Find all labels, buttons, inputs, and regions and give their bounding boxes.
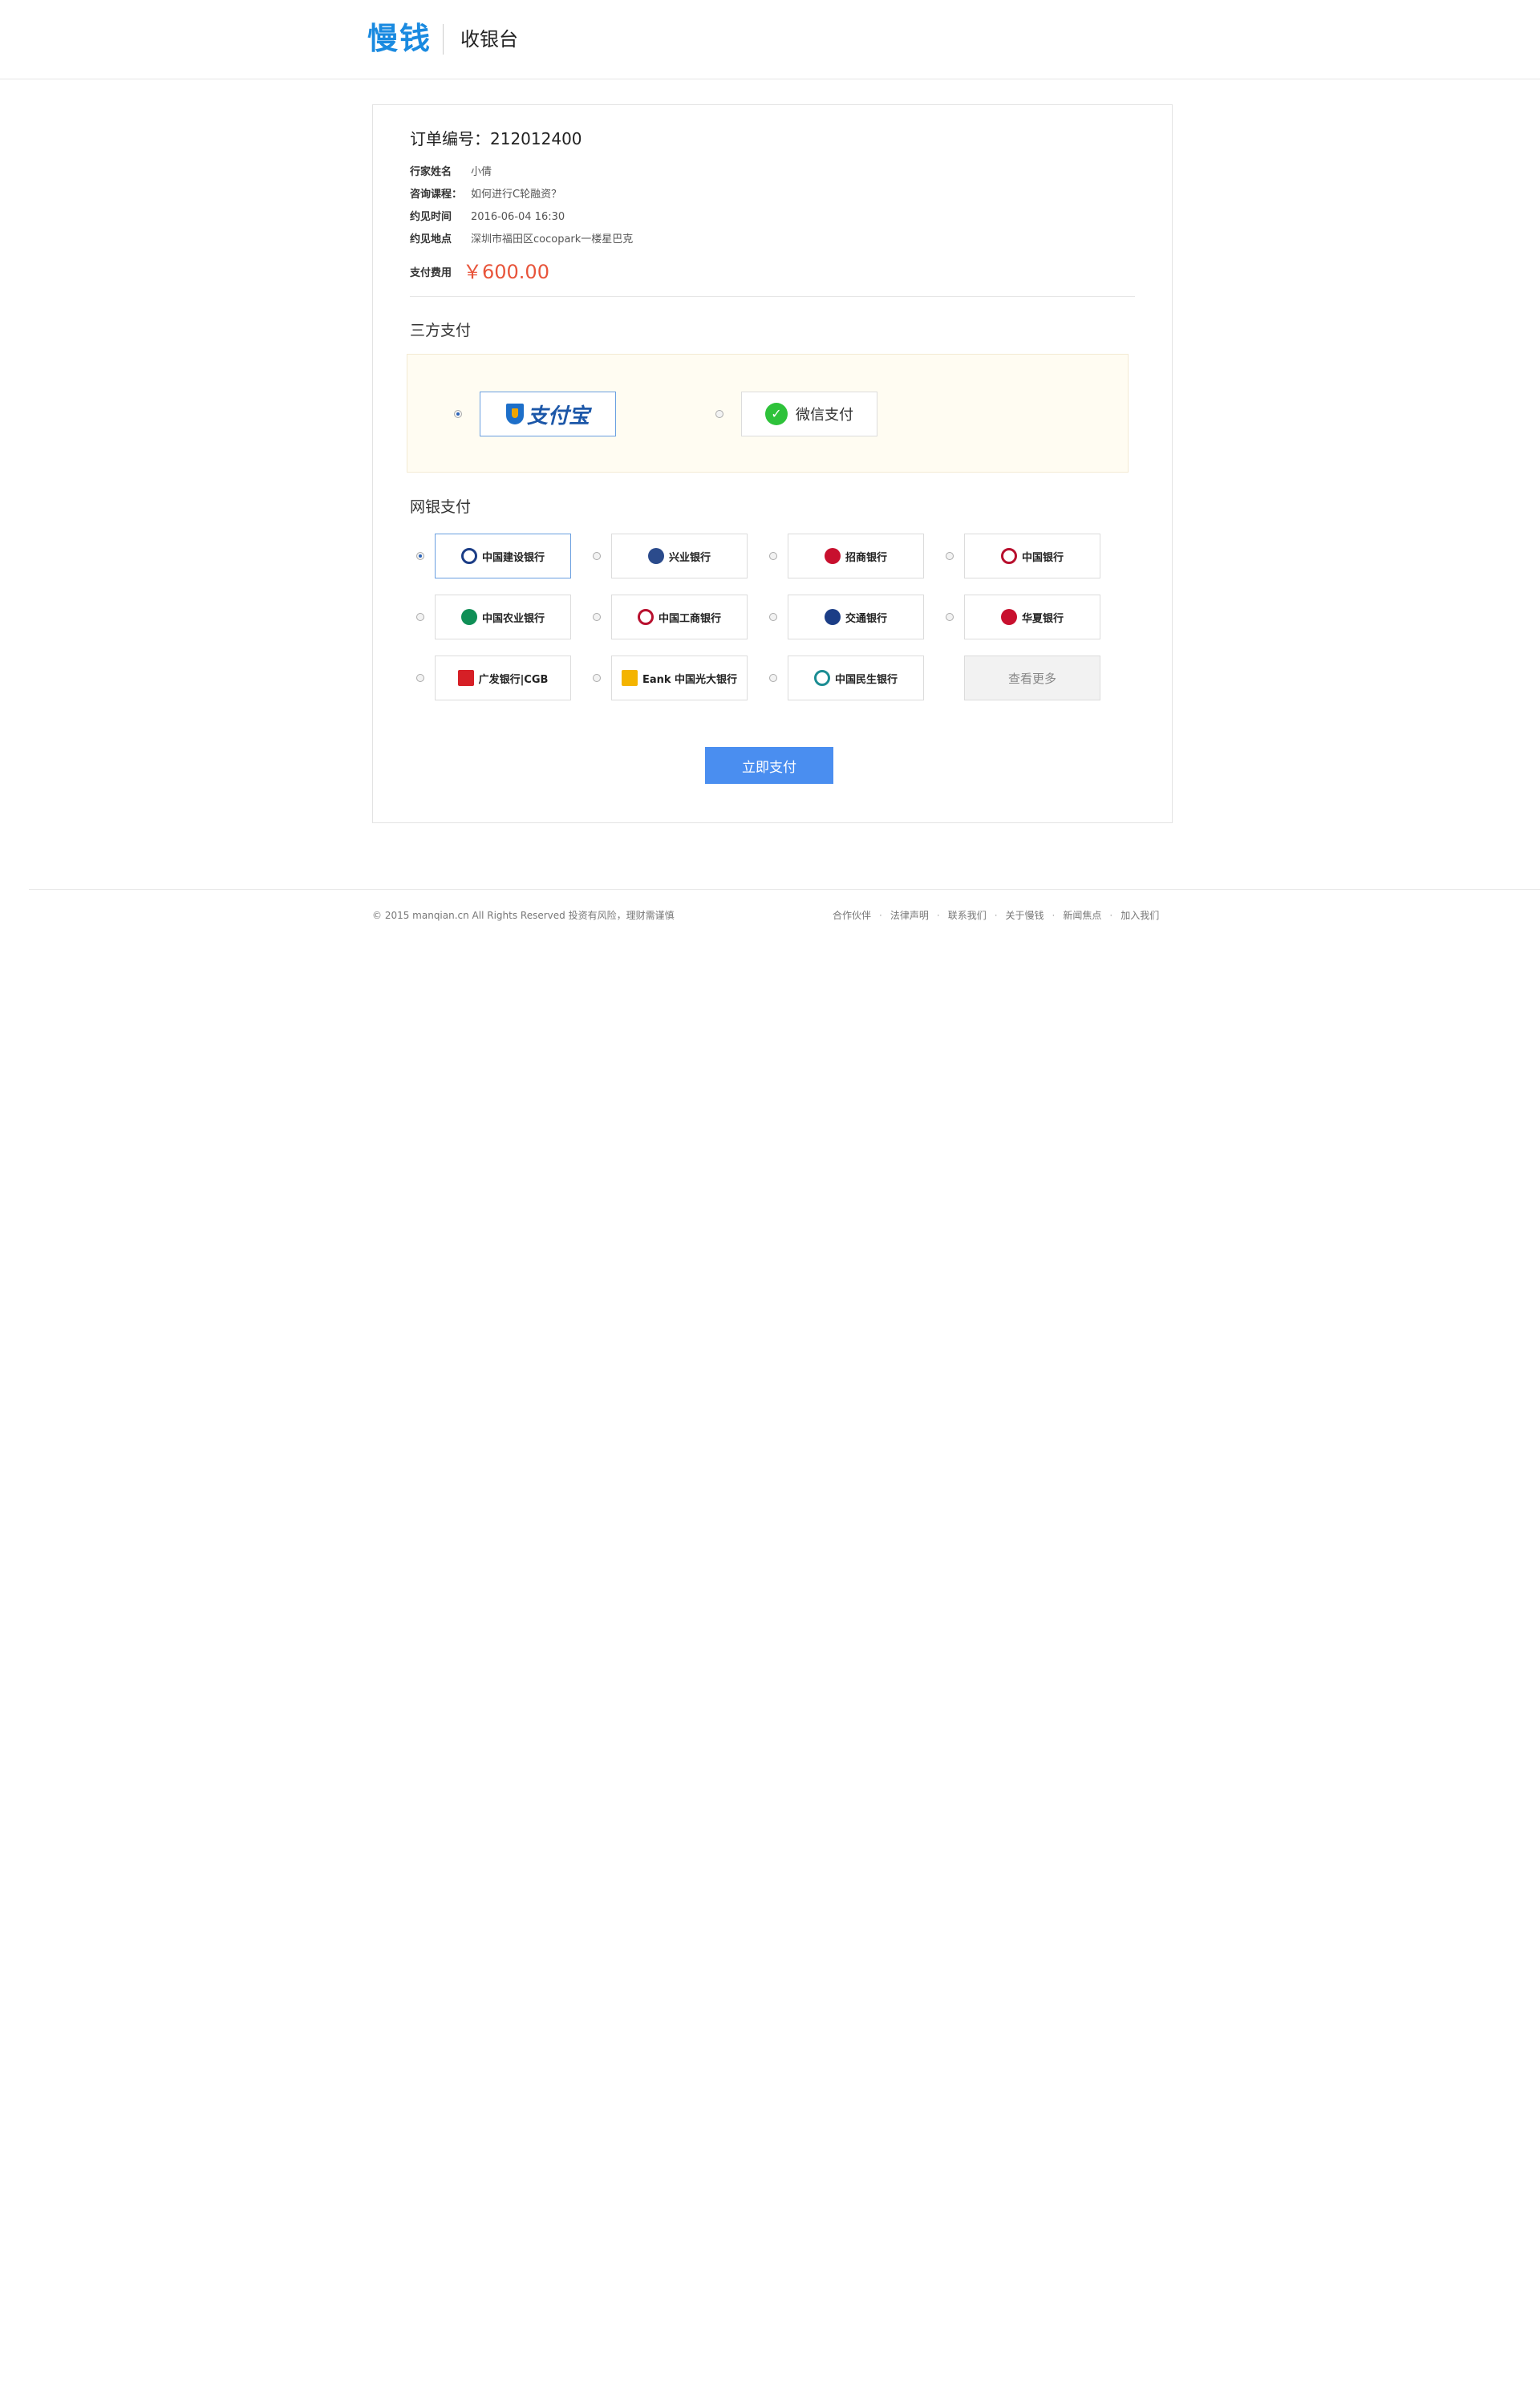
bank-option-cib[interactable]: 兴业银行 <box>611 534 748 578</box>
bank-name: 中国农业银行 <box>481 612 545 625</box>
footer-link-about[interactable]: 关于慢钱 <box>1006 910 1044 921</box>
radio-cmb[interactable] <box>769 552 777 560</box>
wechat-pay-option[interactable]: ✓ 微信支付 <box>741 392 877 436</box>
info-row-course: 咨询课程： 如何进行C轮融资？ <box>410 185 561 201</box>
radio-cmbc[interactable] <box>769 674 777 682</box>
bank-name: 华夏银行 <box>1021 612 1064 625</box>
ccb-logo-icon <box>460 548 477 564</box>
radio-boc[interactable] <box>946 552 954 560</box>
alipay-label: 支付宝 <box>526 404 590 428</box>
radio-abc[interactable] <box>416 613 424 621</box>
footer-separator: · <box>936 910 940 921</box>
footer-link-legal[interactable]: 法律声明 <box>890 910 929 921</box>
radio-cib[interactable] <box>593 552 601 560</box>
bank-option-bocom[interactable]: 交通银行 <box>788 595 924 639</box>
footer-link-contact[interactable]: 联系我们 <box>948 910 987 921</box>
footer-separator: · <box>1052 910 1056 921</box>
footer-separator: · <box>994 910 998 921</box>
footer-link-news[interactable]: 新闻焦点 <box>1063 910 1101 921</box>
hxb-logo-icon <box>1000 609 1017 625</box>
third-party-panel: 支付宝 ✓ 微信支付 <box>407 354 1129 473</box>
bank-option-abc[interactable]: 中国农业银行 <box>435 595 571 639</box>
logo[interactable]: 慢钱 <box>367 19 432 58</box>
alipay-option[interactable]: 支付宝 <box>480 392 616 436</box>
footer-link-join[interactable]: 加入我们 <box>1121 910 1159 921</box>
header: 慢钱 收银台 <box>0 0 1540 79</box>
footer-separator: · <box>1109 910 1113 921</box>
radio-icbc[interactable] <box>593 613 601 621</box>
radio-bocom[interactable] <box>769 613 777 621</box>
bank-name: 广发银行|CGB <box>478 673 549 686</box>
radio-ceb[interactable] <box>593 674 601 682</box>
third-party-title: 三方支付 <box>410 322 472 339</box>
bank-name: 中国民生银行 <box>834 673 898 686</box>
boc-logo-icon <box>1000 548 1017 564</box>
bank-name: 中国工商银行 <box>658 612 721 625</box>
footer-link-partners[interactable]: 合作伙伴 <box>833 910 871 921</box>
bank-name: 兴业银行 <box>668 551 711 564</box>
info-row-time: 约见时间 2016-06-04 16:30 <box>410 208 565 223</box>
radio-cgb[interactable] <box>416 674 424 682</box>
bank-option-ceb[interactable]: Eank 中国光大银行 <box>611 656 748 700</box>
fee-label: 支付费用 <box>410 267 452 279</box>
pay-now-button[interactable]: 立即支付 <box>705 747 833 784</box>
bank-option-boc[interactable]: 中国银行 <box>964 534 1100 578</box>
bank-name: 交通银行 <box>845 612 887 625</box>
radio-alipay[interactable] <box>454 410 462 418</box>
bocom-logo-icon <box>824 609 841 625</box>
cmb-logo-icon <box>824 548 841 564</box>
view-more-banks-button[interactable]: 查看更多 <box>964 656 1100 700</box>
wechat-pay-label: 微信支付 <box>796 407 853 424</box>
info-value: 深圳市福田区cocopark一楼星巴克 <box>471 233 634 246</box>
bank-option-ccb[interactable]: 中国建设银行 <box>435 534 571 578</box>
info-label: 约见地点 <box>410 233 452 246</box>
info-label: 行家姓名 <box>410 166 452 178</box>
cgb-logo-icon <box>457 670 474 686</box>
info-row-location: 约见地点 深圳市福田区cocopark一楼星巴克 <box>410 230 633 246</box>
bank-option-cgb[interactable]: 广发银行|CGB <box>435 656 571 700</box>
info-label: 咨询课程： <box>410 189 463 201</box>
bank-payment-title: 网银支付 <box>410 498 472 516</box>
copyright: © 2015 manqian.cn All Rights Reserved 投资… <box>372 910 675 921</box>
checkout-card: 订单编号：212012400 行家姓名 小倩 咨询课程： 如何进行C轮融资？ 约见时… <box>372 104 1173 823</box>
order-number: 订单编号：212012400 <box>410 126 582 149</box>
bank-name: 招商银行 <box>845 551 887 564</box>
bank-option-hxb[interactable]: 华夏银行 <box>964 595 1100 639</box>
icbc-logo-icon <box>637 609 654 625</box>
page-title: 收银台 <box>460 28 518 51</box>
bank-name: 中国银行 <box>1021 551 1064 564</box>
fee-value: ￥600.00 <box>463 261 549 283</box>
footer-separator: · <box>879 910 882 921</box>
info-label: 约见时间 <box>410 211 452 223</box>
bank-option-cmb[interactable]: 招商银行 <box>788 534 924 578</box>
header-divider <box>443 24 444 55</box>
info-value: 2016-06-04 16:30 <box>471 211 565 223</box>
alipay-logo-icon <box>505 404 524 424</box>
abc-logo-icon <box>460 609 477 625</box>
bank-name: 中国建设银行 <box>481 551 545 564</box>
footer-links: 合作伙伴 · 法律声明 · 联系我们 · 关于慢钱 · 新闻焦点 · 加入我们 <box>833 908 1159 922</box>
info-value: 小倩 <box>471 166 492 178</box>
order-number-label: 订单编号： <box>410 129 490 148</box>
order-number-value: 212012400 <box>490 129 582 148</box>
divider <box>410 296 1135 297</box>
info-row-expert: 行家姓名 小倩 <box>410 163 492 178</box>
cmbc-logo-icon <box>813 670 830 686</box>
ceb-logo-icon <box>621 670 638 686</box>
bank-option-icbc[interactable]: 中国工商银行 <box>611 595 748 639</box>
wechat-icon: ✓ <box>765 403 788 425</box>
footer-divider <box>29 889 1540 890</box>
cib-logo-icon <box>647 548 664 564</box>
bank-name: Eank 中国光大银行 <box>642 673 738 686</box>
radio-ccb[interactable] <box>416 552 424 560</box>
info-value: 如何进行C轮融资？ <box>471 189 562 201</box>
radio-hxb[interactable] <box>946 613 954 621</box>
bank-option-cmbc[interactable]: 中国民生银行 <box>788 656 924 700</box>
radio-wechat[interactable] <box>715 410 723 418</box>
